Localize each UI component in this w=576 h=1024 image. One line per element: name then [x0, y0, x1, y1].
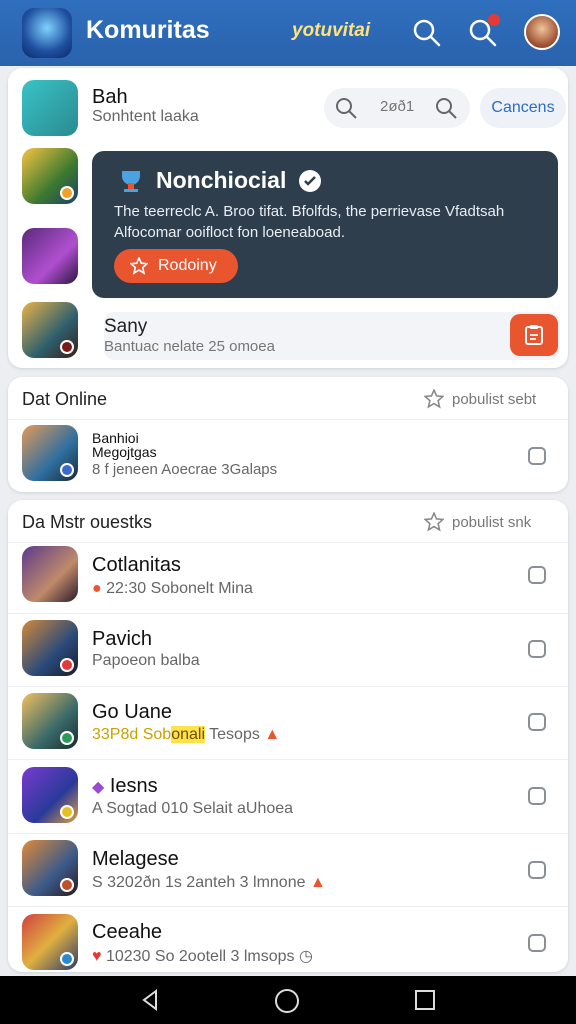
list-item-name: Pavich — [92, 628, 153, 650]
status-dot-icon: ● — [92, 580, 102, 597]
game-icon-3[interactable] — [22, 302, 78, 358]
profile-subtitle: Sonhtent laaka — [92, 108, 199, 125]
star-outline-icon — [424, 389, 444, 409]
app-header: Komuritas yotuvitai — [0, 0, 576, 66]
home-icon[interactable] — [274, 988, 300, 1014]
list-item-detail: Papoeon balba — [92, 652, 200, 669]
online-item-name-line1: Banhioi — [92, 430, 139, 446]
list-item-name: Go Uane — [92, 701, 173, 723]
online-section-sort[interactable]: pobulist sebt — [452, 391, 536, 408]
list-item-checkbox[interactable] — [528, 713, 546, 731]
list-item-icon — [22, 693, 78, 749]
divider — [8, 906, 568, 907]
list-item-detail: A Sogtad 010 Selait aUhoea — [92, 800, 294, 817]
featured-title: Nonchiocial — [156, 167, 287, 193]
flame-icon: ▲ — [264, 726, 281, 743]
search-field[interactable]: 2øð1 — [324, 88, 470, 128]
input-title: Sany — [104, 316, 148, 337]
list-item-detail: 33P8d Sobonali Tesops ▲ — [92, 726, 281, 743]
top-card: Bah Sonhtent laaka 2øð1 Cancens Nonchioc… — [8, 68, 568, 368]
featured-action-button[interactable]: Rodoiny — [114, 249, 238, 283]
message-input[interactable]: Sany Bantuac nelate 25 omoea — [104, 312, 560, 360]
recents-icon[interactable] — [414, 989, 436, 1011]
flame-icon: ▲ — [309, 874, 326, 891]
list-section-sort[interactable]: pobulist snk — [452, 514, 531, 531]
list-item-checkbox[interactable] — [528, 861, 546, 879]
online-item-detail: 8 f jeneen Aoecrae 3Galaps — [92, 461, 278, 478]
list-item-checkbox[interactable] — [528, 934, 546, 952]
list-item-name: Ceeahe — [92, 921, 163, 943]
online-item-checkbox[interactable] — [528, 447, 546, 465]
list-section: Da Mstr ouestks pobulist snk Cotlanitas … — [8, 500, 568, 972]
list-item-name: Melagese — [92, 848, 179, 870]
list-section-title: Da Mstr ouestks — [22, 512, 153, 532]
profile-avatar[interactable] — [524, 14, 560, 50]
divider — [8, 542, 568, 543]
brand-logo-text: yotuvitai — [292, 20, 371, 41]
divider — [8, 419, 568, 420]
cancel-button[interactable]: Cancens — [480, 88, 566, 128]
heart-icon: ♥ — [92, 948, 102, 965]
online-item-name-line2: Megojtgas — [92, 444, 157, 460]
page-title: Komuritas — [86, 16, 210, 44]
clipboard-icon — [525, 325, 543, 345]
divider — [8, 833, 568, 834]
list-item-icon — [22, 620, 78, 676]
featured-banner[interactable]: Nonchiocial The teerreclc A. Broo tifat.… — [92, 151, 558, 298]
list-item-icon — [22, 546, 78, 602]
online-game-icon[interactable] — [22, 425, 78, 481]
trophy-icon — [122, 171, 140, 192]
lightning-icon: ◆ — [92, 779, 105, 796]
list-item-checkbox[interactable] — [528, 566, 546, 584]
featured-description: The teerreclc A. Broo tifat. Bfolfds, th… — [114, 203, 505, 241]
send-button[interactable] — [510, 314, 558, 356]
list-item-icon — [22, 840, 78, 896]
online-section: Dat Online pobulist sebt Banhioi Megojtg… — [8, 377, 568, 492]
system-nav-bar — [0, 976, 576, 1024]
app-logo — [22, 8, 72, 58]
divider — [8, 759, 568, 760]
search-icon[interactable] — [410, 16, 442, 48]
profile-game-icon[interactable] — [22, 80, 78, 136]
divider — [8, 613, 568, 614]
online-section-title: Dat Online — [22, 389, 108, 409]
list-item-name: Cotlanitas — [92, 554, 181, 576]
list-item-detail: S 3202ðn 1s 2anteh 3 lmnone ▲ — [92, 874, 326, 891]
game-icon-2[interactable] — [22, 228, 78, 284]
featured-action-label: Rodoiny — [158, 257, 217, 274]
divider — [8, 686, 568, 687]
list-item-detail: ● 22:30 Sobonelt Mina — [92, 580, 253, 597]
star-outline-icon — [424, 512, 444, 532]
back-icon[interactable] — [138, 988, 162, 1012]
profile-name: Bah — [92, 86, 128, 108]
input-subtitle: Bantuac nelate 25 omoea — [104, 338, 275, 355]
game-icon-1[interactable] — [22, 148, 78, 204]
search-value: 2øð1 — [380, 98, 415, 115]
search-submit-icon[interactable] — [434, 96, 458, 120]
clock-icon: ◷ — [298, 948, 313, 965]
verified-icon — [299, 170, 321, 192]
notification-badge — [488, 14, 500, 26]
list-item-checkbox[interactable] — [528, 640, 546, 658]
list-item-icon — [22, 914, 78, 970]
list-item-checkbox[interactable] — [528, 787, 546, 805]
star-icon — [130, 257, 148, 275]
list-item-name: ◆ Iesns — [92, 775, 158, 797]
list-item-detail: ♥ 10230 So 2ootell 3 lmsops ◷ — [92, 948, 313, 965]
search-icon — [336, 98, 357, 119]
list-item-icon — [22, 767, 78, 823]
